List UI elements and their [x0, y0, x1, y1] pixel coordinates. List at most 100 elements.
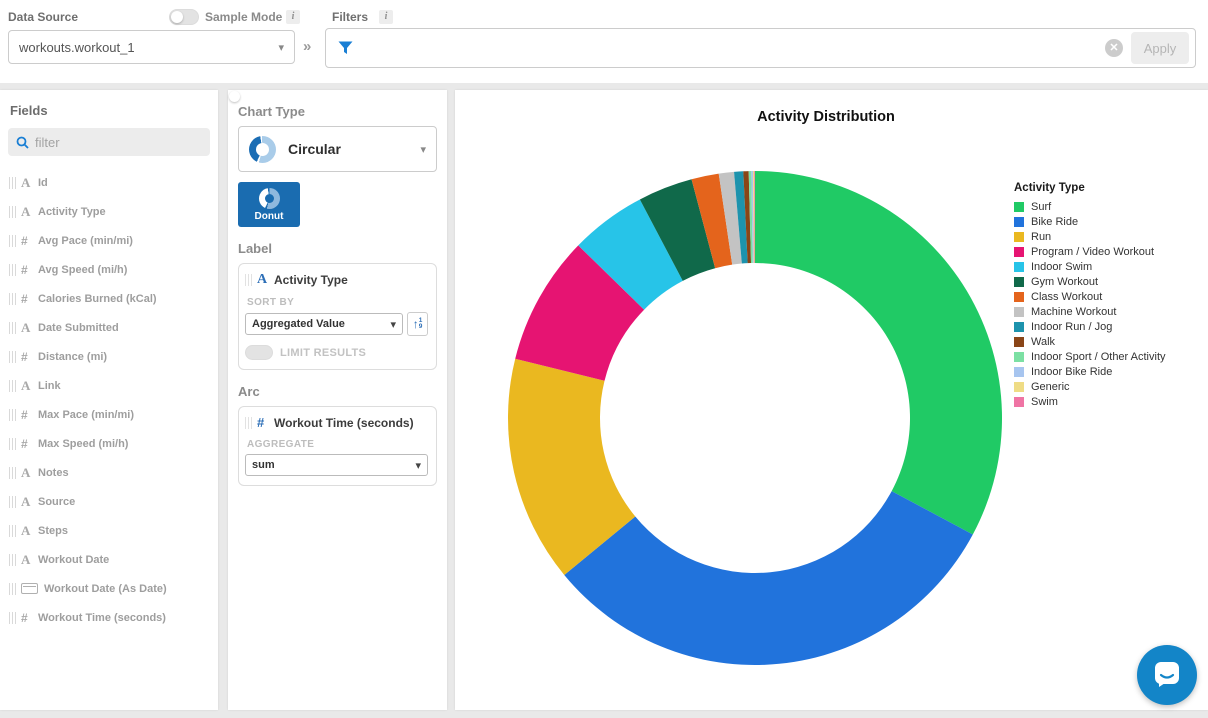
chart-type-label: Chart Type	[238, 104, 447, 119]
field-search-box[interactable]	[8, 128, 210, 156]
donut-subtype-button[interactable]: Donut	[238, 182, 300, 227]
aggregate-label: AGGREGATE	[247, 439, 428, 450]
drag-handle-icon[interactable]	[9, 264, 16, 276]
field-item[interactable]: ANotes	[0, 458, 218, 487]
legend-item[interactable]: Indoor Swim	[1014, 259, 1166, 274]
legend-item[interactable]: Class Workout	[1014, 289, 1166, 304]
field-item[interactable]: #Max Pace (min/mi)	[0, 400, 218, 429]
legend-color-chip	[1014, 217, 1024, 227]
data-source-select[interactable]: workouts.workout_1 ▾	[8, 30, 295, 64]
legend-color-chip	[1014, 262, 1024, 272]
sort-digit-nine: 9	[419, 324, 423, 330]
field-item[interactable]: ADate Submitted	[0, 313, 218, 342]
donut-slice[interactable]	[755, 171, 1002, 534]
legend-item[interactable]: Indoor Run / Jog	[1014, 319, 1166, 334]
legend-item[interactable]: Indoor Bike Ride	[1014, 364, 1166, 379]
number-type-icon: #	[21, 611, 38, 625]
field-label: Source	[38, 496, 75, 508]
legend-item[interactable]: Gym Workout	[1014, 274, 1166, 289]
arc-field-chip[interactable]: # Workout Time (seconds)	[245, 415, 428, 430]
field-label: Date Submitted	[38, 322, 119, 334]
drag-handle-icon[interactable]	[9, 380, 16, 392]
number-type-icon: #	[21, 292, 38, 306]
chat-launcher-button[interactable]	[1137, 645, 1197, 705]
drag-handle-icon[interactable]	[9, 467, 16, 479]
number-type-icon: #	[21, 408, 38, 422]
legend-item[interactable]: Swim	[1014, 394, 1166, 409]
number-type-icon: #	[21, 437, 38, 451]
legend-label: Indoor Sport / Other Activity	[1031, 351, 1166, 363]
collapse-chevron-icon[interactable]: »	[303, 38, 311, 55]
clear-filters-icon[interactable]: ✕	[1105, 39, 1123, 57]
legend-item[interactable]: Program / Video Workout	[1014, 244, 1166, 259]
chat-bubble-icon	[1151, 660, 1183, 690]
drag-handle-icon[interactable]	[9, 525, 16, 537]
drag-handle-icon[interactable]	[9, 612, 16, 624]
sample-mode-info-icon[interactable]: i	[286, 10, 300, 24]
field-item[interactable]: ASource	[0, 487, 218, 516]
apply-button[interactable]: Apply	[1131, 32, 1189, 64]
fields-panel: Fields AIdAActivity Type#Avg Pace (min/m…	[0, 90, 218, 710]
legend-color-chip	[1014, 337, 1024, 347]
legend-item[interactable]: Indoor Sport / Other Activity	[1014, 349, 1166, 364]
drag-handle-icon[interactable]	[245, 274, 252, 286]
drag-handle-icon[interactable]	[9, 583, 16, 595]
arc-section-title: Arc	[238, 384, 447, 399]
toggle-knob	[171, 11, 183, 23]
field-item[interactable]: #Distance (mi)	[0, 342, 218, 371]
label-field-name: Activity Type	[274, 273, 348, 287]
sample-mode-toggle[interactable]	[169, 9, 199, 25]
drag-handle-icon[interactable]	[9, 206, 16, 218]
data-source-label: Data Source	[8, 10, 78, 24]
field-item[interactable]: #Workout Time (seconds)	[0, 603, 218, 632]
drag-handle-icon[interactable]	[9, 496, 16, 508]
legend-item[interactable]: Generic	[1014, 379, 1166, 394]
field-search-input[interactable]	[35, 135, 185, 150]
field-item[interactable]: AId	[0, 168, 218, 197]
limit-results-toggle[interactable]	[245, 345, 273, 360]
field-item[interactable]: AWorkout Date	[0, 545, 218, 574]
field-item[interactable]: #Avg Speed (mi/h)	[0, 255, 218, 284]
legend-item[interactable]: Bike Ride	[1014, 214, 1166, 229]
legend-color-chip	[1014, 307, 1024, 317]
legend-color-chip	[1014, 202, 1024, 212]
legend-item[interactable]: Walk	[1014, 334, 1166, 349]
chart-type-select[interactable]: Circular ▾	[238, 126, 437, 172]
drag-handle-icon[interactable]	[245, 417, 252, 429]
legend-title: Activity Type	[1014, 182, 1166, 194]
legend-label: Program / Video Workout	[1031, 246, 1154, 258]
field-item[interactable]: ALink	[0, 371, 218, 400]
sort-by-select[interactable]: Aggregated Value ▾	[245, 313, 403, 335]
field-item[interactable]: ASteps	[0, 516, 218, 545]
drag-handle-icon[interactable]	[9, 351, 16, 363]
legend-label: Generic	[1031, 381, 1070, 393]
filters-label: Filters	[332, 10, 368, 24]
aggregate-select[interactable]: sum ▾	[245, 454, 428, 476]
label-field-chip[interactable]: A Activity Type	[245, 272, 428, 288]
field-label: Workout Date	[38, 554, 109, 566]
label-field-card: A Activity Type SORT BY Aggregated Value…	[238, 263, 437, 370]
legend-item[interactable]: Run	[1014, 229, 1166, 244]
field-item[interactable]: #Calories Burned (kCal)	[0, 284, 218, 313]
label-section-title: Label	[238, 241, 447, 256]
drag-handle-icon[interactable]	[9, 554, 16, 566]
filters-input[interactable]: ✕ Apply	[325, 28, 1196, 68]
field-item[interactable]: #Max Speed (mi/h)	[0, 429, 218, 458]
drag-handle-icon[interactable]	[9, 409, 16, 421]
field-item[interactable]: AActivity Type	[0, 197, 218, 226]
legend-item[interactable]: Machine Workout	[1014, 304, 1166, 319]
drag-handle-icon[interactable]	[9, 235, 16, 247]
field-item[interactable]: #Avg Pace (min/mi)	[0, 226, 218, 255]
legend-item[interactable]: Surf	[1014, 199, 1166, 214]
field-label: Calories Burned (kCal)	[38, 293, 157, 305]
field-item[interactable]: Workout Date (As Date)	[0, 574, 218, 603]
filters-info-icon[interactable]: i	[379, 10, 393, 24]
chart-builder-panel: Chart Type Circular ▾ Donut Label A Acti…	[228, 90, 447, 710]
drag-handle-icon[interactable]	[9, 177, 16, 189]
legend-label: Indoor Bike Ride	[1031, 366, 1112, 378]
top-toolbar: Data Source Sample Mode i Filters i work…	[0, 0, 1208, 83]
sort-direction-button[interactable]: ↑ 1 9	[407, 312, 428, 336]
drag-handle-icon[interactable]	[9, 438, 16, 450]
drag-handle-icon[interactable]	[9, 322, 16, 334]
drag-handle-icon[interactable]	[9, 293, 16, 305]
